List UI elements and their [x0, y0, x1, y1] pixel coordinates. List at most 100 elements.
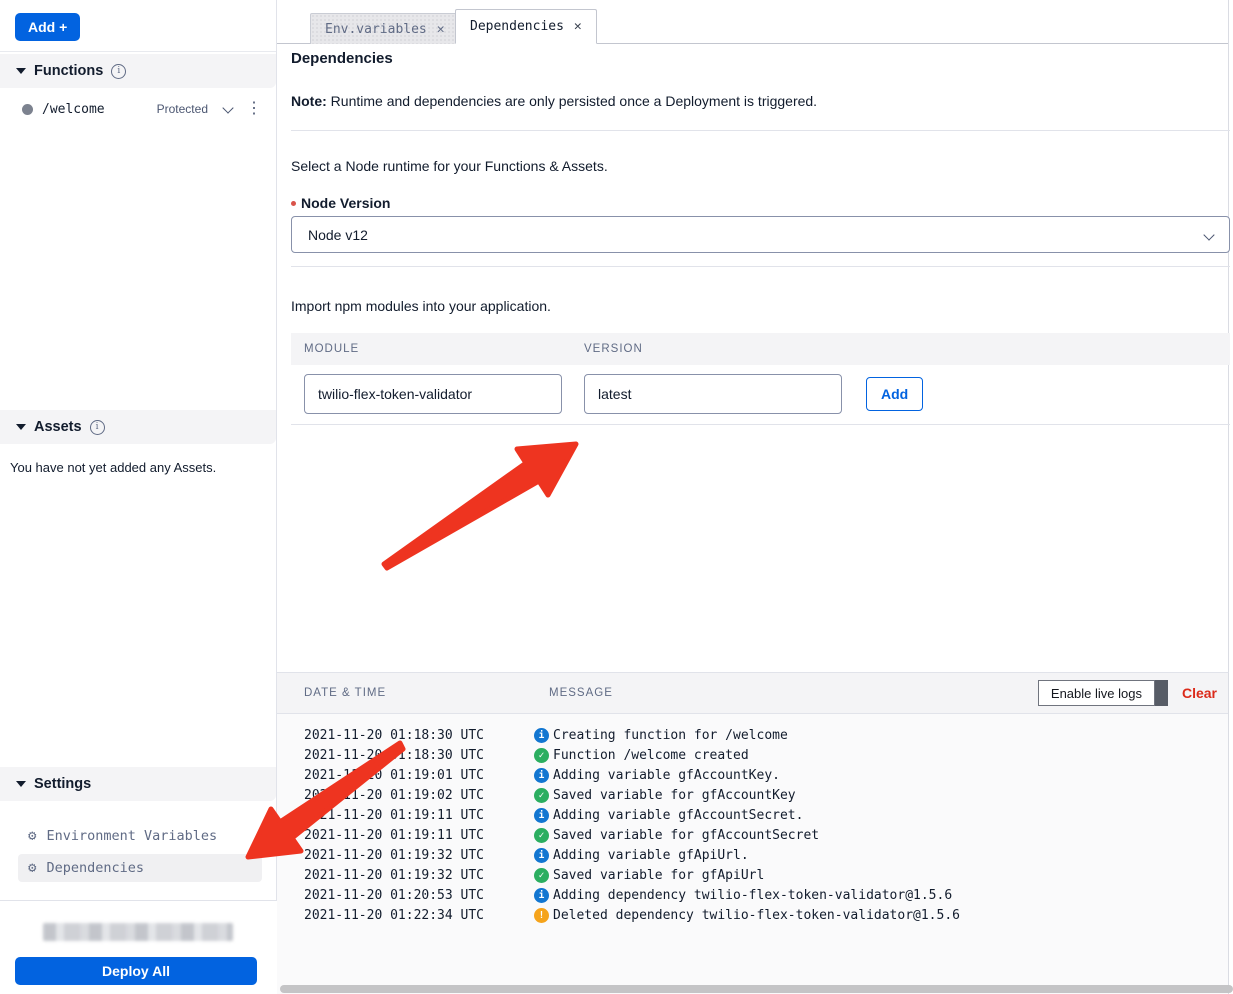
log-row: 2021-11-20 01:19:32 UTC✓ Saved variable f… — [277, 865, 1228, 885]
functions-section-title: Functions — [34, 63, 103, 79]
log-message: Adding variable gfApiUrl. — [553, 848, 749, 863]
node-version-value: Node v12 — [308, 227, 368, 243]
info-icon: i — [534, 768, 549, 783]
module-column-header: MODULE — [304, 343, 584, 355]
assets-section-title: Assets — [34, 419, 82, 435]
add-button[interactable]: Add + — [15, 13, 80, 41]
log-timestamp: 2021-11-20 01:19:32 UTC — [304, 868, 534, 883]
tab-bar: Env.variables ✕ Dependencies ✕ — [277, 0, 1228, 44]
version-column-header: VERSION — [584, 343, 643, 355]
settings-item-label: Dependencies — [46, 860, 144, 876]
log-timestamp: 2021-11-20 01:18:30 UTC — [304, 748, 534, 763]
page-title: Dependencies — [291, 50, 393, 67]
success-icon: ✓ — [534, 748, 549, 763]
log-row: 2021-11-20 01:19:11 UTC✓ Saved variable f… — [277, 825, 1228, 845]
log-timestamp: 2021-11-20 01:20:53 UTC — [304, 888, 534, 903]
log-message: Saved variable for gfApiUrl — [553, 868, 764, 883]
settings-item-label: Environment Variables — [46, 828, 217, 844]
dependencies-table-header: MODULE VERSION — [291, 333, 1230, 365]
npm-intro-text: Import npm modules into your application… — [291, 298, 551, 314]
divider — [291, 266, 1230, 267]
collapse-caret-icon — [16, 424, 26, 430]
function-visibility-badge: Protected — [157, 102, 208, 116]
function-status-dot-icon — [22, 104, 33, 115]
assets-section-header[interactable]: Assets i — [0, 410, 276, 444]
log-message: Adding variable gfAccountSecret. — [553, 808, 803, 823]
tab-label: Env.variables — [325, 22, 427, 37]
node-version-select[interactable]: Node v12 — [291, 216, 1230, 253]
log-message: Adding dependency twilio-flex-token-vali… — [553, 888, 952, 903]
note-text: Runtime and dependencies are only persis… — [327, 93, 817, 109]
module-input[interactable] — [304, 374, 562, 414]
close-icon[interactable]: ✕ — [574, 19, 582, 34]
horizontal-scrollbar[interactable] — [280, 985, 1233, 993]
account-name-redacted — [43, 923, 233, 941]
log-timestamp: 2021-11-20 01:19:11 UTC — [304, 808, 534, 823]
success-icon: ✓ — [534, 828, 549, 843]
live-logs-handle[interactable] — [1155, 680, 1168, 706]
function-list-item[interactable]: /welcome Protected ⋮ — [22, 101, 262, 117]
required-dot-icon — [291, 201, 296, 206]
log-row: 2021-11-20 01:19:01 UTCiAdding variable … — [277, 765, 1228, 785]
log-message: Saved variable for gfAccountSecret — [553, 828, 819, 843]
log-timestamp: 2021-11-20 01:22:34 UTC — [304, 908, 534, 923]
info-icon: i — [534, 808, 549, 823]
log-row: 2021-11-20 01:19:02 UTC✓ Saved variable f… — [277, 785, 1228, 805]
gear-icon: ⚙ — [28, 829, 36, 843]
success-icon: ✓ — [534, 868, 549, 883]
log-row: 2021-11-20 01:22:34 UTC! Deleted dependen… — [277, 905, 1228, 925]
sidebar-item-environment-variables[interactable]: ⚙ Environment Variables — [18, 822, 262, 850]
kebab-menu-icon[interactable]: ⋮ — [246, 101, 262, 117]
sidebar-footer: Deploy All — [0, 900, 277, 994]
warning-icon: ! — [534, 908, 549, 923]
log-row: 2021-11-20 01:18:30 UTC✓ Function /welcom… — [277, 745, 1228, 765]
tab-env-variables[interactable]: Env.variables ✕ — [310, 13, 460, 44]
log-message: Saved variable for gfAccountKey — [553, 788, 796, 803]
log-message: Deleted dependency twilio-flex-token-val… — [553, 908, 960, 923]
collapse-caret-icon — [16, 781, 26, 787]
function-name: /welcome — [42, 102, 105, 117]
chevron-down-icon[interactable] — [222, 102, 233, 113]
node-version-label: Node Version — [291, 195, 390, 211]
message-column-header: MESSAGE — [549, 687, 613, 699]
log-rows: 2021-11-20 01:18:30 UTCiCreating functio… — [277, 714, 1228, 925]
log-timestamp: 2021-11-20 01:19:11 UTC — [304, 828, 534, 843]
date-time-column-header: DATE & TIME — [304, 687, 549, 699]
log-message: Adding variable gfAccountKey. — [553, 768, 780, 783]
divider — [291, 130, 1230, 131]
tab-label: Dependencies — [470, 19, 564, 34]
deploy-all-button[interactable]: Deploy All — [15, 957, 257, 985]
runtime-intro-text: Select a Node runtime for your Functions… — [291, 158, 608, 174]
sidebar: Add + Functions i /welcome Protected ⋮ A… — [0, 0, 277, 900]
enable-live-logs-button[interactable]: Enable live logs — [1038, 680, 1155, 706]
gear-icon: ⚙ — [28, 861, 36, 875]
log-timestamp: 2021-11-20 01:18:30 UTC — [304, 728, 534, 743]
log-message: Creating function for /welcome — [553, 728, 788, 743]
info-icon[interactable]: i — [90, 420, 105, 435]
info-icon: i — [534, 848, 549, 863]
sidebar-item-dependencies[interactable]: ⚙ Dependencies — [18, 854, 262, 882]
success-icon: ✓ — [534, 788, 549, 803]
log-timestamp: 2021-11-20 01:19:32 UTC — [304, 848, 534, 863]
log-row: 2021-11-20 01:20:53 UTCiAdding dependenc… — [277, 885, 1228, 905]
collapse-caret-icon — [16, 68, 26, 74]
settings-section-header[interactable]: Settings — [0, 767, 276, 801]
log-row: 2021-11-20 01:18:30 UTCi Creating functio… — [277, 725, 1228, 745]
functions-section-header[interactable]: Functions i — [0, 54, 276, 88]
note-label: Note: — [291, 93, 327, 109]
close-icon[interactable]: ✕ — [437, 22, 445, 37]
log-message: Function /welcome created — [553, 748, 749, 763]
persistence-note: Note: Runtime and dependencies are only … — [291, 93, 817, 109]
clear-logs-button[interactable]: Clear — [1182, 685, 1217, 701]
tab-dependencies[interactable]: Dependencies ✕ — [455, 9, 597, 44]
info-icon: i — [534, 728, 549, 743]
sidebar-header: Add + — [0, 0, 276, 52]
settings-section-title: Settings — [34, 776, 91, 792]
info-icon[interactable]: i — [111, 64, 126, 79]
log-row: 2021-11-20 01:19:32 UTCi Adding variable … — [277, 845, 1228, 865]
log-panel: DATE & TIME MESSAGE Enable live logs Cle… — [277, 672, 1229, 994]
log-timestamp: 2021-11-20 01:19:02 UTC — [304, 788, 534, 803]
version-input[interactable] — [584, 374, 842, 414]
log-header: DATE & TIME MESSAGE Enable live logs Cle… — [277, 673, 1228, 714]
add-dependency-button[interactable]: Add — [866, 377, 923, 411]
